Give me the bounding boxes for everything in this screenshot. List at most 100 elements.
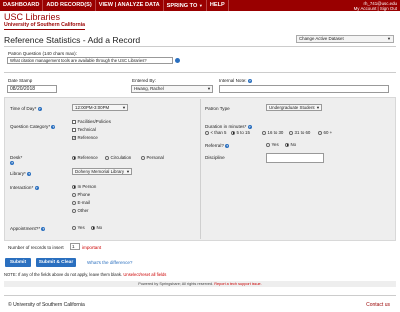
interaction-phone-radio[interactable]: Phone bbox=[72, 192, 90, 197]
sign-out-link[interactable]: Sign Out bbox=[380, 6, 397, 11]
nav-add-records[interactable]: ADD RECORD(S) bbox=[43, 0, 96, 11]
referral-no-label: No bbox=[290, 142, 297, 147]
brand-title: USC Libraries bbox=[4, 12, 61, 22]
patron-question-input[interactable]: What citation management tools are avail… bbox=[7, 57, 173, 64]
powered-by-bar: Powered by Springshare; All rights reser… bbox=[4, 281, 396, 287]
desk-circulation-radio[interactable]: Circulation bbox=[105, 155, 131, 160]
referral-label-text: Referral? bbox=[205, 143, 224, 148]
help-icon[interactable]: ? bbox=[247, 124, 252, 129]
duration-31-60-radio[interactable]: 31 to 60 bbox=[289, 130, 310, 135]
desk-reference-radio[interactable]: Reference bbox=[72, 155, 98, 160]
help-icon[interactable]: ? bbox=[34, 185, 39, 190]
records-count-input[interactable]: 1 bbox=[70, 243, 80, 250]
interaction-in-person-radio[interactable]: In Person bbox=[72, 184, 96, 189]
duration-60plus-label: 60 + bbox=[323, 130, 333, 135]
date-stamp-label: Date Stamp bbox=[8, 78, 33, 83]
nav-help[interactable]: HELP bbox=[207, 0, 229, 11]
time-of-day-label-text: Time of Day bbox=[10, 106, 35, 111]
brand-logo[interactable]: USC Libraries University of Southern Cal… bbox=[4, 12, 85, 30]
submit-button[interactable]: Submit bbox=[5, 258, 31, 267]
radio[interactable] bbox=[72, 208, 76, 213]
category-technical-label: Technical bbox=[77, 127, 96, 132]
entered-by-select[interactable]: Hwang, Rachel ▼ bbox=[131, 85, 213, 93]
help-icon[interactable]: ? bbox=[10, 160, 14, 165]
radio[interactable] bbox=[72, 200, 76, 205]
report-issue-link[interactable]: Report a tech support issue. bbox=[214, 282, 262, 286]
radio[interactable] bbox=[266, 142, 270, 147]
help-icon[interactable]: ? bbox=[225, 143, 230, 148]
search-icon[interactable] bbox=[175, 58, 180, 63]
interaction-in-person-label: In Person bbox=[77, 184, 97, 189]
category-facilities-label: Facilities/Policies bbox=[77, 119, 111, 124]
user-box: rh_741@usc.edu My Account | Sign Out bbox=[353, 0, 397, 11]
panel-divider bbox=[200, 99, 201, 239]
interaction-label-text: Interaction bbox=[10, 185, 32, 190]
patron-type-select[interactable]: Undergraduate Student ▼ bbox=[266, 104, 322, 111]
change-dataset-select[interactable]: Change Active Dataset ▼ bbox=[296, 35, 394, 43]
whats-the-difference-link[interactable]: What's the difference? bbox=[87, 260, 132, 265]
radio[interactable] bbox=[141, 155, 145, 160]
checkbox[interactable] bbox=[72, 135, 76, 140]
help-icon[interactable]: ? bbox=[247, 78, 252, 83]
duration-60plus-radio[interactable]: 60 + bbox=[318, 130, 332, 135]
checkbox[interactable] bbox=[72, 127, 76, 132]
page-title: Reference Statistics - Add a Record bbox=[4, 35, 141, 45]
help-icon[interactable]: ? bbox=[51, 124, 56, 129]
radio[interactable] bbox=[289, 130, 293, 135]
discipline-input[interactable] bbox=[266, 153, 324, 163]
interaction-other-radio[interactable]: Other bbox=[72, 208, 88, 213]
date-stamp-input[interactable]: 08/20/2018 bbox=[7, 85, 57, 93]
radio[interactable] bbox=[72, 155, 76, 160]
unselect-reset-link[interactable]: Unselect/reset all fields bbox=[123, 272, 166, 277]
submit-clear-button[interactable]: Submit & Clear bbox=[36, 258, 76, 267]
referral-label: Referral? ? bbox=[205, 143, 230, 148]
appointment-yes-radio[interactable]: Yes bbox=[72, 225, 85, 230]
radio[interactable] bbox=[72, 225, 76, 230]
appointment-no-radio[interactable]: No bbox=[91, 225, 102, 230]
patron-question-value: What citation management tools are avail… bbox=[10, 58, 147, 63]
category-facilities-checkbox[interactable]: Facilities/Policies bbox=[72, 119, 111, 124]
radio[interactable] bbox=[318, 130, 322, 135]
referral-no-radio[interactable]: No bbox=[285, 142, 296, 147]
referral-yes-radio[interactable]: Yes bbox=[266, 142, 279, 147]
duration-5-15-radio[interactable]: 5 to 15 bbox=[231, 130, 250, 135]
category-reference-checkbox[interactable]: Reference bbox=[72, 135, 98, 140]
entered-by-label: Entered By: bbox=[132, 78, 157, 83]
help-icon[interactable]: ? bbox=[41, 226, 46, 231]
library-select[interactable]: Doheny Memorial Library ▼ bbox=[72, 168, 132, 175]
question-category-label: Question Category* ? bbox=[10, 124, 56, 129]
contact-us-link[interactable]: Contact us bbox=[366, 302, 390, 308]
important-note: important bbox=[82, 245, 102, 250]
desk-personal-radio[interactable]: Personal bbox=[141, 155, 164, 160]
patron-type-label: Patron Type bbox=[205, 106, 230, 111]
checkbox[interactable] bbox=[72, 119, 76, 124]
time-of-day-select[interactable]: 12:00PM-3:00PM ▼ bbox=[72, 104, 128, 111]
interaction-email-radio[interactable]: E-mail bbox=[72, 200, 90, 205]
duration-lt5-label: < than 5 bbox=[210, 130, 227, 135]
radio[interactable] bbox=[91, 225, 95, 230]
radio[interactable] bbox=[285, 142, 289, 147]
help-icon[interactable]: ? bbox=[27, 171, 32, 176]
radio[interactable] bbox=[231, 130, 235, 135]
patron-type-value: Undergraduate Student bbox=[269, 105, 315, 110]
radio[interactable] bbox=[105, 155, 109, 160]
radio[interactable] bbox=[72, 184, 76, 189]
duration-16-30-radio[interactable]: 16 to 30 bbox=[262, 130, 283, 135]
internal-note-input[interactable] bbox=[219, 85, 389, 93]
nav-view-analyze-data[interactable]: VIEW | ANALYZE DATA bbox=[96, 0, 164, 11]
desk-label-text: Desk bbox=[10, 155, 21, 160]
help-icon[interactable]: ? bbox=[37, 106, 42, 111]
category-technical-checkbox[interactable]: Technical bbox=[72, 127, 96, 132]
radio[interactable] bbox=[205, 130, 209, 135]
radio[interactable] bbox=[262, 130, 266, 135]
my-account-link[interactable]: My Account bbox=[354, 6, 377, 11]
appointment-label-text: Appointment? bbox=[10, 226, 39, 231]
duration-5-15-label: 5 to 15 bbox=[236, 130, 250, 135]
nav-spring-to[interactable]: SPRING TO ▼ bbox=[164, 0, 207, 11]
radio[interactable] bbox=[72, 192, 76, 197]
category-reference-label: Reference bbox=[77, 135, 98, 140]
internal-note-label: Internal Note: ? bbox=[219, 78, 252, 83]
nav-dashboard[interactable]: DASHBOARD bbox=[0, 0, 44, 11]
chevron-down-icon: ▼ bbox=[387, 36, 391, 41]
duration-lt5-radio[interactable]: < than 5 bbox=[205, 130, 227, 135]
